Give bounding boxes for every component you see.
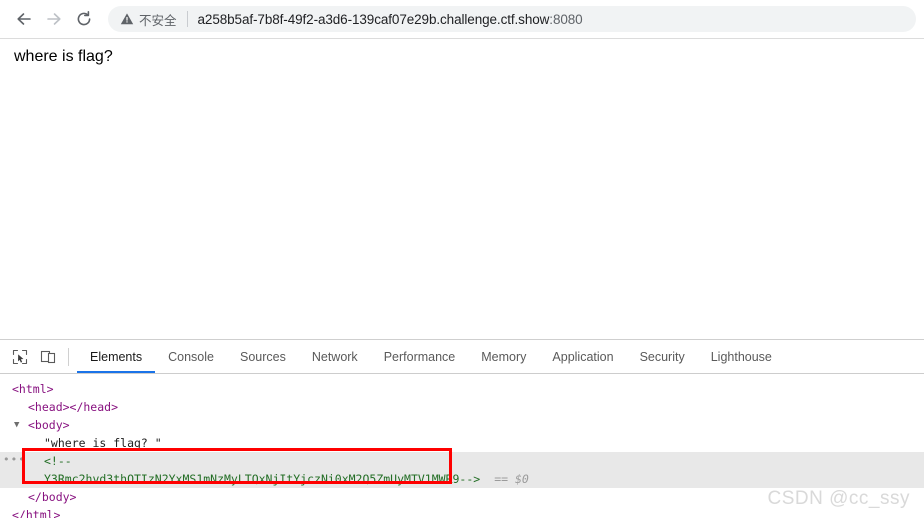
forward-arrow-icon [47,13,61,25]
devtools-tabbar: Elements Console Sources Network Perform… [0,340,924,374]
dom-comment-open: <!-- [44,454,72,468]
dom-node-body-close: </body> [28,490,77,504]
security-indicator[interactable]: 不安全 [120,10,177,29]
back-button[interactable] [10,5,38,33]
page-body-text: where is flag? [14,48,113,65]
tab-lighthouse[interactable]: Lighthouse [698,340,785,373]
url-host: a258b5af-7b8f-49f2-a3d6-139caf07e29b.cha… [197,11,550,27]
dom-row-comment-value[interactable]: Y3Rmc2hvd3thOTIzN2YxMS1mNzMyLTQxNjItYjcz… [0,470,924,488]
tab-memory[interactable]: Memory [468,340,539,373]
address-bar[interactable]: 不安全 a258b5af-7b8f-49f2-a3d6-139caf07e29b… [108,6,916,32]
page-viewport: where is flag? [0,39,924,340]
tab-console[interactable]: Console [155,340,227,373]
forward-button[interactable] [40,5,68,33]
url-text[interactable]: a258b5af-7b8f-49f2-a3d6-139caf07e29b.cha… [198,12,583,27]
dom-node-body-open: <body> [28,418,70,432]
device-toolbar-button[interactable] [34,340,62,373]
inspect-element-button[interactable] [6,340,34,373]
dom-row-html-open[interactable]: <html> [0,380,924,398]
expand-triangle-icon[interactable]: ▼ [14,416,19,434]
tab-network[interactable]: Network [299,340,371,373]
devtools-panel: Elements Console Sources Network Perform… [0,340,924,518]
reload-button[interactable] [70,5,98,33]
security-label: 不安全 [139,12,177,28]
tab-performance[interactable]: Performance [371,340,469,373]
tab-sources[interactable]: Sources [227,340,299,373]
selected-node-marker: == $0 [494,472,529,486]
dom-text-node: "where is flag? " [44,436,162,450]
watermark: CSDN @cc_ssy [767,488,910,509]
dom-row-text-node[interactable]: "where is flag? " [0,434,924,452]
toolbar-divider [68,347,69,366]
dom-node-head: <head></head> [28,400,119,414]
dom-node-html-close: </html> [12,508,61,518]
gutter-dots-marker[interactable]: ••• [3,452,26,470]
reload-icon [77,11,91,26]
browser-window: 不安全 a258b5af-7b8f-49f2-a3d6-139caf07e29b… [0,0,924,518]
omnibox-separator [186,11,188,27]
tab-application[interactable]: Application [539,340,626,373]
dom-row-head[interactable]: <head></head> [0,398,924,416]
back-arrow-icon [17,13,31,25]
warning-triangle-icon [120,13,134,25]
dom-row-body-open[interactable]: ▼ <body> [0,416,924,434]
device-toolbar-icon [40,350,56,363]
url-port: :8080 [549,11,583,27]
tab-elements[interactable]: Elements [77,340,156,373]
dom-row-comment-open[interactable]: ••• <!-- [0,452,924,470]
dom-comment-flag-value: Y3Rmc2hvd3thOTIzN2YxMS1mNzMyLTQxNjItYjcz… [44,472,481,486]
tab-security[interactable]: Security [627,340,698,373]
inspect-element-icon [12,349,28,364]
browser-toolbar: 不安全 a258b5af-7b8f-49f2-a3d6-139caf07e29b… [0,0,924,39]
dom-node-html-open: <html> [12,382,54,396]
